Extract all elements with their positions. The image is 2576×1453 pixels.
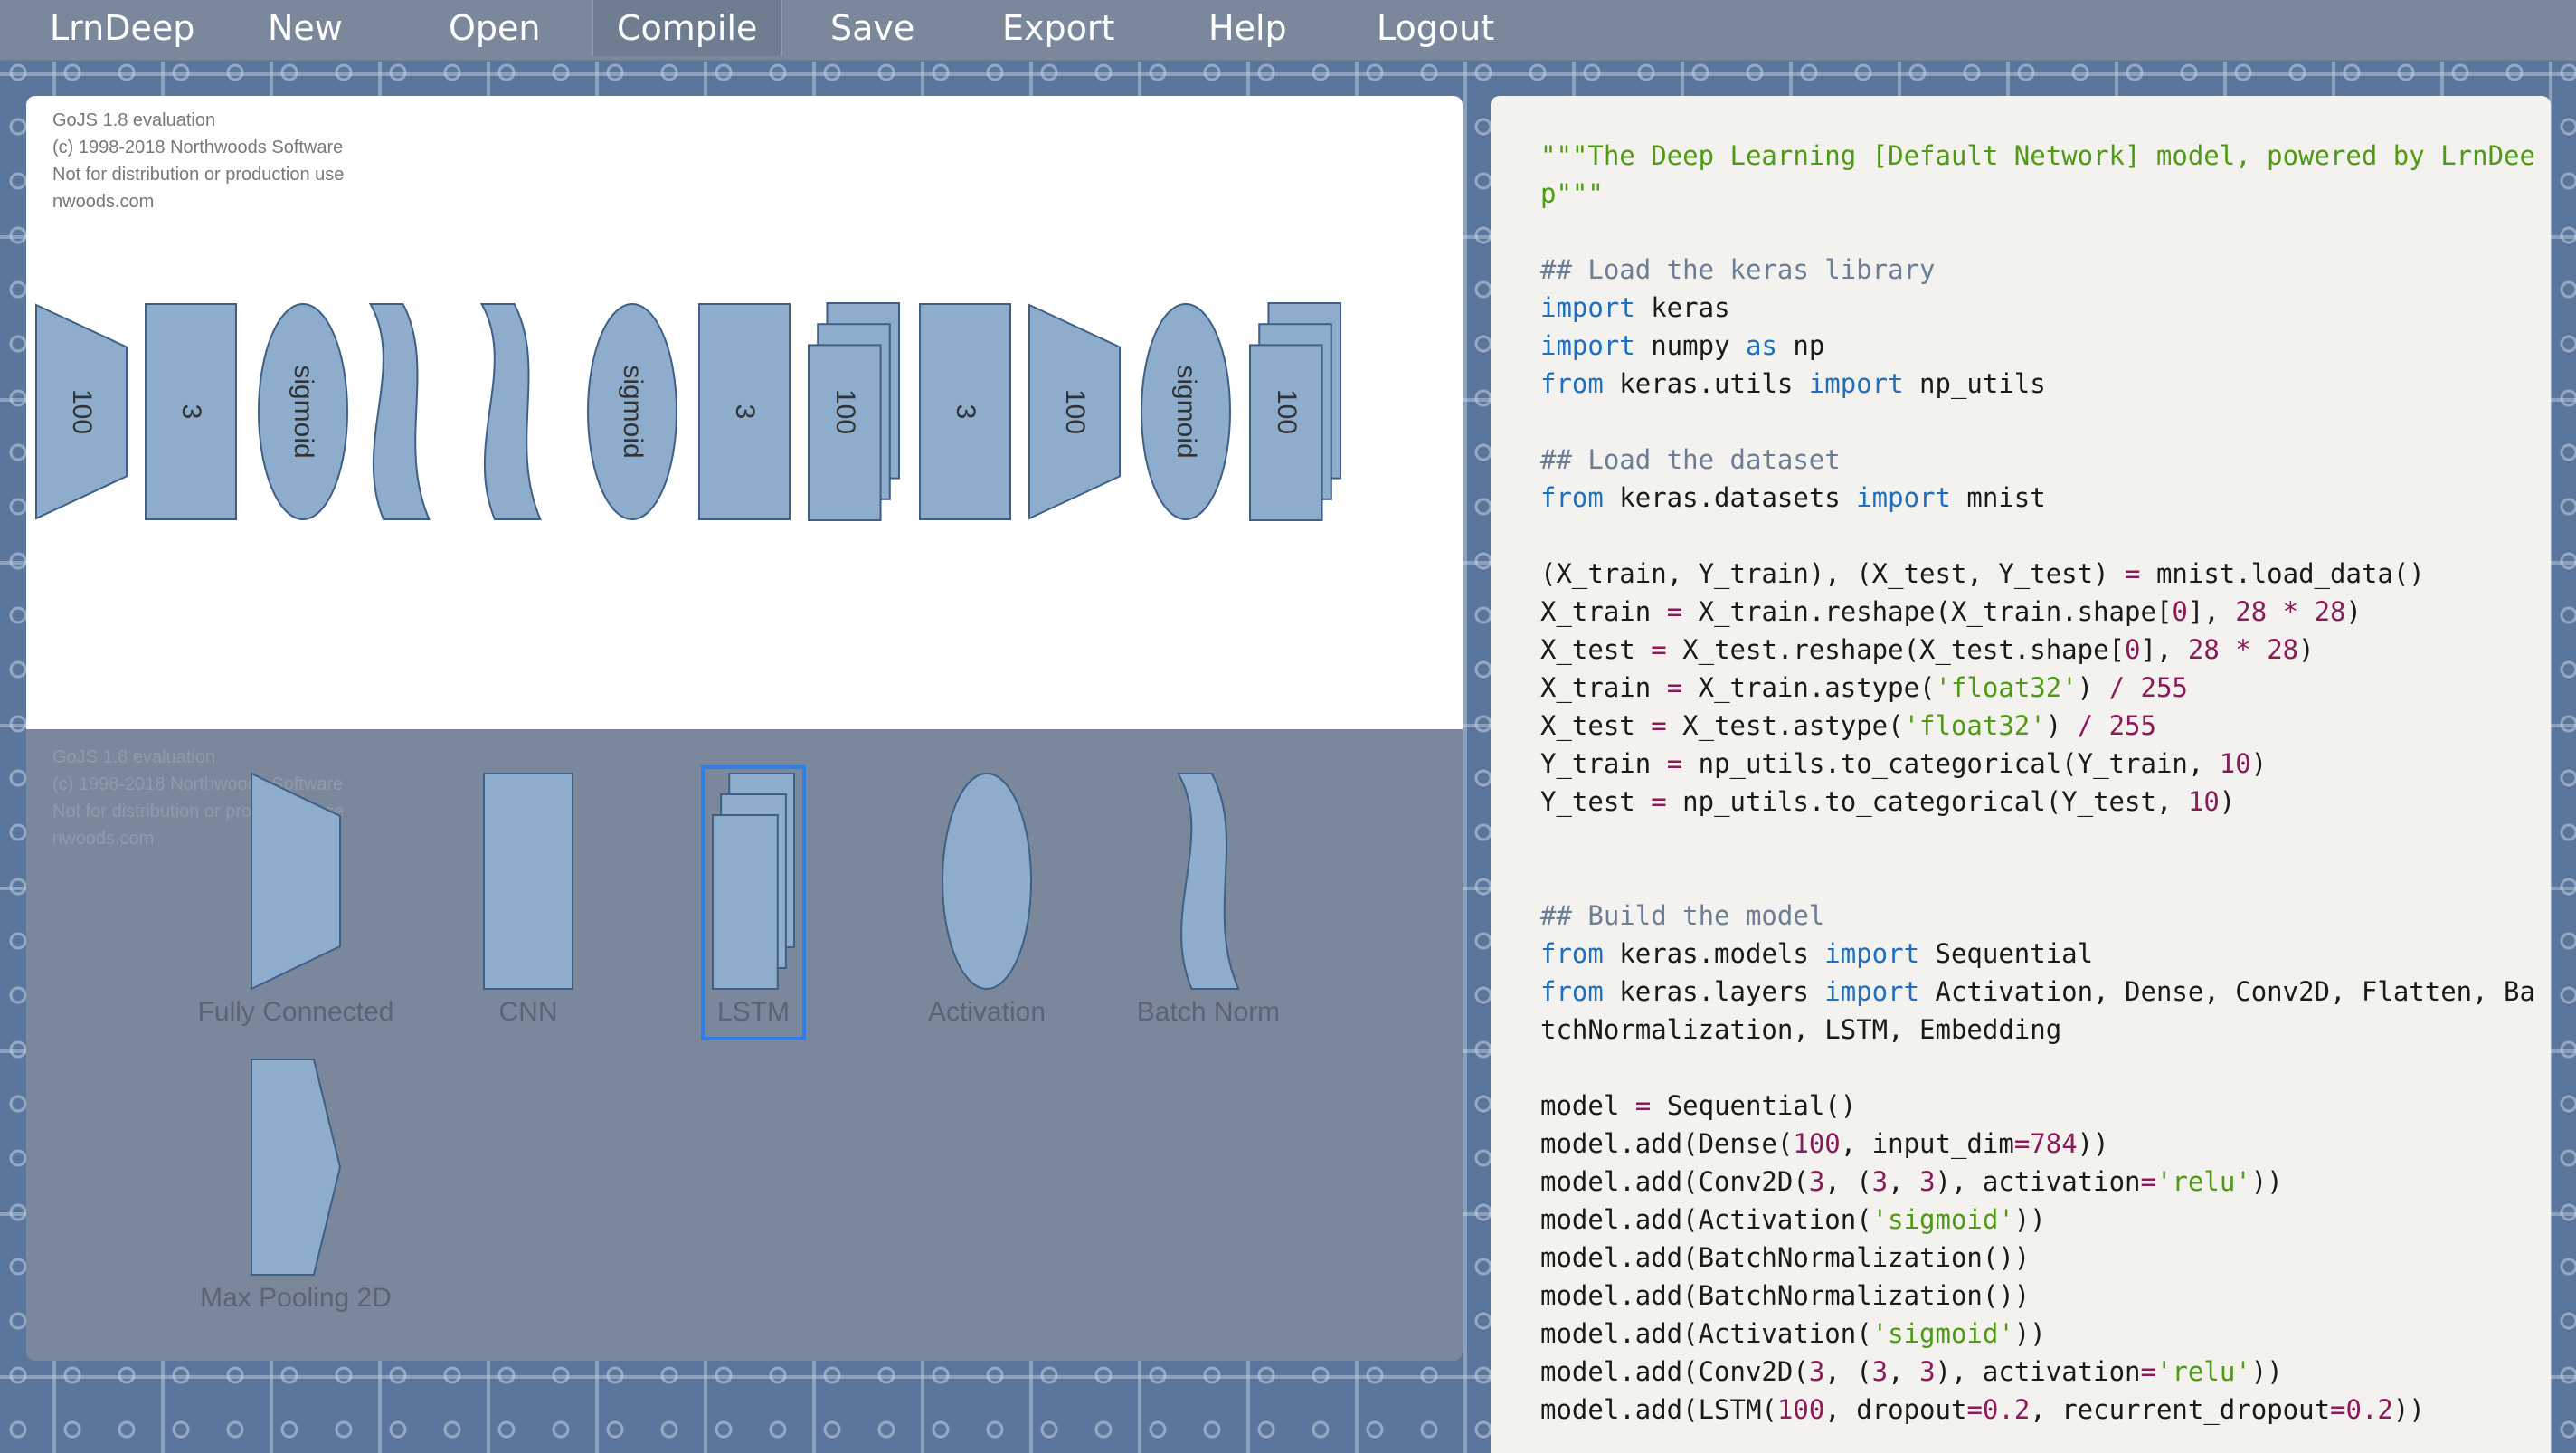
code-line: tchNormalization, LSTM, Embedding <box>1540 1014 2062 1045</box>
cnn-shape <box>483 773 573 990</box>
ghost-note-line: GoJS 1.8 evaluation <box>52 747 216 767</box>
batch-norm-shape <box>368 303 431 520</box>
menu-logout[interactable]: Logout <box>1377 0 1494 56</box>
diagram-node-label: 100 <box>67 388 97 435</box>
diagram-node-batch-norm[interactable] <box>367 303 432 520</box>
code-line: model.add(Conv2D(3, (3, 3), activation='… <box>1540 1356 2283 1387</box>
palette-item-max-pooling[interactable]: Max Pooling 2D <box>200 1059 392 1313</box>
code-line: model = Sequential() <box>1540 1090 1857 1121</box>
palette-item-cnn[interactable]: CNN <box>483 773 573 1027</box>
diagram-node-cnn[interactable]: 3 <box>145 303 237 520</box>
code-line: (X_train, Y_train), (X_test, Y_test) = m… <box>1540 558 2425 589</box>
menu-compile[interactable]: Compile <box>592 0 783 56</box>
diagram-node-label: 100 <box>1060 388 1090 435</box>
code-line: from keras.models import Sequential <box>1540 938 2094 969</box>
code-line: import keras <box>1540 292 1730 323</box>
diagram-node-lstm[interactable]: 100 <box>1249 302 1341 522</box>
eval-note-line: (c) 1998-2018 Northwoods Software <box>52 138 344 157</box>
code-line: ## Build the model <box>1540 900 1825 931</box>
menu-open[interactable]: Open <box>449 0 541 56</box>
menu-help[interactable]: Help <box>1208 0 1287 56</box>
fully-connected-shape <box>251 772 341 991</box>
app-brand[interactable]: LrnDeep <box>50 0 194 56</box>
network-diagram-canvas[interactable]: GoJS 1.8 evaluation (c) 1998-2018 Northw… <box>26 96 1463 729</box>
code-line: model.add(Activation('sigmoid')) <box>1540 1318 2046 1349</box>
diagram-node-label: 3 <box>730 404 760 420</box>
code-line: from keras.datasets import mnist <box>1540 482 2046 513</box>
diagram-node-lstm[interactable]: 100 <box>808 302 900 522</box>
code-line: X_test = X_test.astype('float32') / 255 <box>1540 710 2156 741</box>
menu-new[interactable]: New <box>268 0 343 56</box>
max-pooling-shape <box>251 1059 342 1276</box>
code-line: ## Load the keras library <box>1540 254 1936 285</box>
code-line: """The Deep Learning [Default Network] m… <box>1540 140 2535 171</box>
code-line: Y_test = np_utils.to_categorical(Y_test,… <box>1540 786 2236 817</box>
diagram-node-fully-connected[interactable]: 100 <box>35 303 128 520</box>
code-line: X_train = X_train.reshape(X_train.shape[… <box>1540 596 2362 627</box>
diagram-node-cnn[interactable]: 3 <box>698 303 791 520</box>
code-line: X_train = X_train.astype('float32') / 25… <box>1540 672 2188 703</box>
code-line: ## Load the dataset <box>1540 444 1841 475</box>
code-line: from keras.layers import Activation, Den… <box>1540 976 2535 1007</box>
menu-bar: LrnDeep New Open Compile Save Export Hel… <box>0 0 2576 62</box>
layer-palette: GoJS 1.8 evaluation (c) 1998-2018 Northw… <box>26 729 1463 1361</box>
code-line: from keras.utils import np_utils <box>1540 368 2046 399</box>
menu-save[interactable]: Save <box>830 0 914 56</box>
code-line: model.add(BatchNormalization()) <box>1540 1280 2031 1311</box>
code-line: Y_train = np_utils.to_categorical(Y_trai… <box>1540 748 2268 779</box>
diagram-node-activation[interactable]: sigmoid <box>587 303 677 520</box>
code-line: X_test = X_test.reshape(X_test.shape[0],… <box>1540 634 2315 665</box>
code-line: model.add(Conv2D(3, (3, 3), activation='… <box>1540 1166 2283 1197</box>
diagram-node-activation[interactable]: sigmoid <box>258 303 348 520</box>
batch-norm-shape <box>479 303 542 520</box>
palette-item-fully-connected[interactable]: Fully Connected <box>198 772 393 1027</box>
diagram-node-batch-norm[interactable] <box>478 303 544 520</box>
diagram-node-label: 100 <box>1271 388 1302 435</box>
code-line: model.add(Activation('sigmoid')) <box>1540 1204 2046 1235</box>
eval-note-line: Not for distribution or production use <box>52 165 345 185</box>
code-line: import numpy as np <box>1540 330 1825 361</box>
diagram-node-label: 3 <box>951 404 980 420</box>
code-line: model.add(LSTM(100, dropout=0.2, recurre… <box>1540 1394 2425 1425</box>
generated-code-panel[interactable]: """The Deep Learning [Default Network] m… <box>1491 96 2551 1453</box>
diagram-node-label: 100 <box>829 388 860 435</box>
diagram-node-label: sigmoid <box>618 365 648 459</box>
eval-note-line: GoJS 1.8 evaluation <box>52 110 216 130</box>
diagram-node-cnn[interactable]: 3 <box>919 303 1011 520</box>
batch-norm-shape <box>1176 773 1240 990</box>
menu-export[interactable]: Export <box>1002 0 1114 56</box>
code-line: p""" <box>1540 178 1604 209</box>
diagram-node-activation[interactable]: sigmoid <box>1141 303 1231 520</box>
code-line: model.add(Dense(100, input_dim=784)) <box>1540 1128 2109 1159</box>
palette-item-label: Max Pooling 2D <box>200 1283 392 1313</box>
activation-shape <box>942 773 1032 990</box>
gojs-evaluation-note: GoJS 1.8 evaluation (c) 1998-2018 Northw… <box>52 107 344 215</box>
diagram-node-label: sigmoid <box>1171 365 1201 459</box>
diagram-node-label: sigmoid <box>289 365 318 459</box>
palette-item-activation[interactable]: Activation <box>928 773 1046 1027</box>
palette-selection-box <box>701 765 806 1040</box>
diagram-node-fully-connected[interactable]: 100 <box>1028 303 1121 520</box>
code-line: model.add(BatchNormalization()) <box>1540 1242 2031 1273</box>
eval-note-line: nwoods.com <box>52 192 155 212</box>
palette-item-batch-norm[interactable]: Batch Norm <box>1137 773 1280 1027</box>
diagram-node-label: 3 <box>176 404 206 420</box>
palette-item-label: Batch Norm <box>1136 997 1281 1027</box>
palette-item-lstm[interactable]: LSTM <box>701 765 806 1040</box>
